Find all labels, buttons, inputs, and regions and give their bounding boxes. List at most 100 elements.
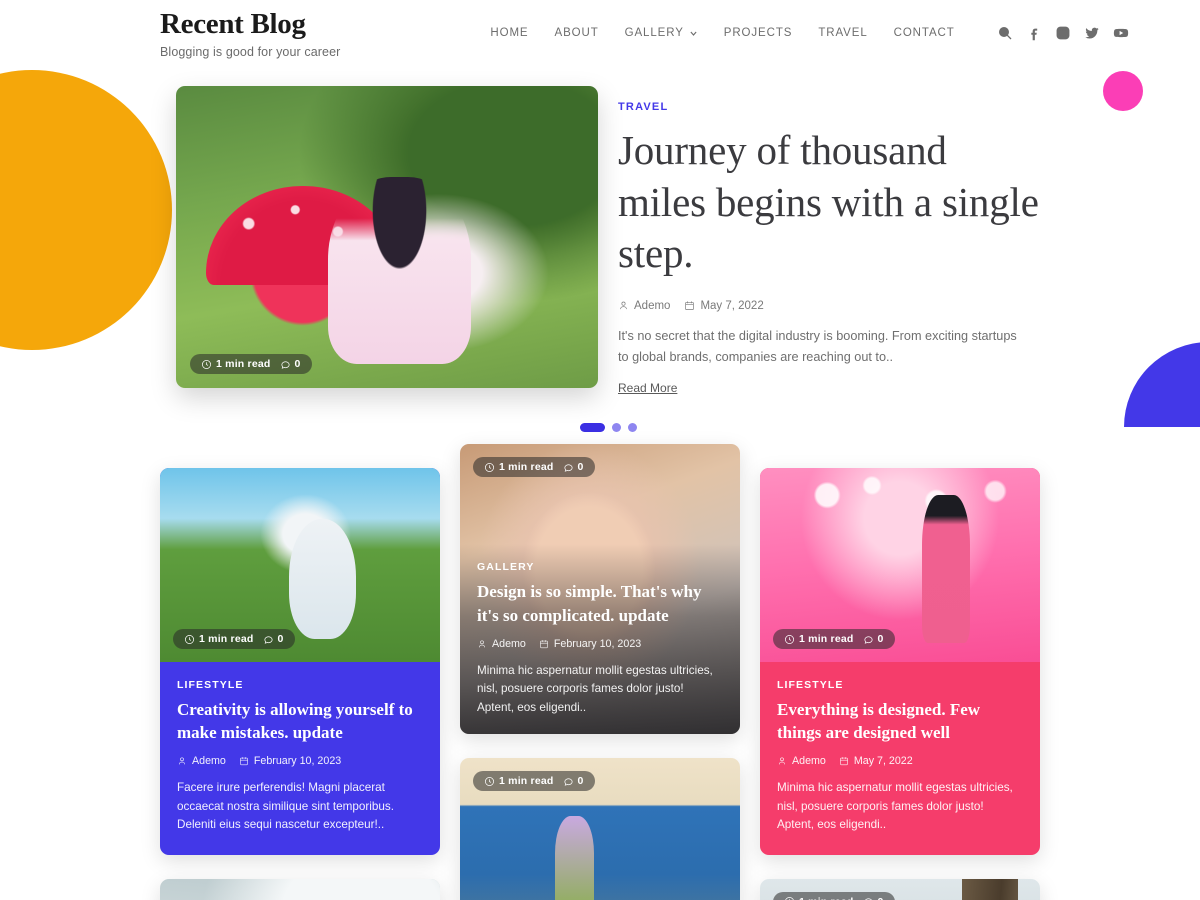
post-card-body: LIFESTYLE Creativity is allowing yoursel…: [160, 662, 440, 855]
clock-icon: [485, 462, 494, 472]
comment-icon: [280, 360, 290, 369]
date-meta: May 7, 2022: [684, 299, 764, 312]
youtube-icon[interactable]: [1113, 25, 1129, 41]
nav-item-about[interactable]: ABOUT: [555, 27, 599, 39]
post-card[interactable]: [160, 878, 440, 900]
post-card-title[interactable]: Design is so simple. That's why it's so …: [477, 580, 723, 626]
nav-item-home[interactable]: HOME: [490, 27, 528, 39]
site-header: Recent Blog Blogging is good for your ca…: [0, 0, 1200, 66]
post-column-2: 1 min read 0 GALLERY Design is so simple…: [460, 444, 740, 900]
post-card-excerpt: Minima hic aspernatur mollit egestas ult…: [777, 781, 1013, 832]
carousel-dot-2[interactable]: [611, 423, 621, 433]
post-card-image[interactable]: [160, 878, 440, 900]
post-card-image[interactable]: 1 min read 0: [760, 468, 1040, 663]
nav-item-label: ABOUT: [554, 27, 599, 39]
nav-item-contact[interactable]: CONTACT: [894, 27, 955, 39]
nav-item-label: HOME: [490, 27, 529, 39]
featured-post-badge: 1 min read 0: [190, 354, 312, 374]
featured-post-image[interactable]: 1 min read 0: [176, 86, 598, 388]
user-icon: [620, 302, 627, 310]
read-time-label: 1 min read: [199, 633, 254, 646]
post-card-title[interactable]: Creativity is allowing yourself to make …: [177, 698, 423, 744]
umbrella-graphic: [205, 185, 400, 286]
author-meta: Ademo: [777, 755, 826, 767]
comment-count-label: 0: [577, 461, 584, 474]
nav-item-travel[interactable]: TRAVEL: [818, 27, 867, 39]
read-time: 1 min read: [184, 633, 254, 645]
post-card[interactable]: 1 min read 0: [760, 878, 1040, 900]
post-card-image[interactable]: 1 min read 0: [760, 878, 1040, 900]
user-icon: [178, 757, 186, 765]
post-card-title[interactable]: Everything is designed. Few things are d…: [777, 698, 1023, 744]
read-more-link[interactable]: Read More: [618, 381, 677, 395]
post-grid: 1 min read 0 LIFESTYLE Creativity is all…: [0, 444, 1200, 900]
nav-item-label: PROJECTS: [723, 27, 793, 39]
twitter-icon[interactable]: [1084, 25, 1100, 41]
site-title[interactable]: Recent Blog: [160, 9, 340, 40]
comment-count-label: 0: [877, 633, 884, 646]
site-tagline: Blogging is good for your career: [160, 44, 341, 59]
post-card-image[interactable]: 1 min read 0: [160, 468, 440, 663]
post-card[interactable]: 1 min read 0 LIFESTYLE Creativity is all…: [160, 468, 440, 855]
post-card-category[interactable]: LIFESTYLE: [777, 679, 1023, 691]
instagram-icon[interactable]: [1055, 25, 1071, 41]
site-branding[interactable]: Recent Blog Blogging is good for your ca…: [160, 7, 341, 59]
featured-photo-graphic: [176, 86, 598, 388]
user-icon: [478, 640, 486, 648]
calendar-icon: [685, 301, 695, 311]
read-time-label: 1 min read: [799, 896, 854, 900]
featured-post-meta: Ademo May 7, 2022: [618, 300, 1040, 312]
read-time-label: 1 min read: [799, 633, 854, 646]
post-card-image[interactable]: 1 min read 0: [460, 758, 740, 900]
read-time-label: 1 min read: [499, 775, 554, 788]
post-card[interactable]: 1 min read 0 GALLERY Design is so simple…: [460, 444, 740, 735]
post-column-3: 1 min read 0 LIFESTYLE Everything is des…: [760, 468, 1040, 900]
author-name: Ademo: [634, 299, 671, 312]
comment-icon: [563, 464, 573, 472]
post-card[interactable]: 1 min read 0 LIFESTYLE Everything is des…: [760, 468, 1040, 855]
featured-post-category[interactable]: TRAVEL: [618, 101, 1040, 113]
clock-icon: [785, 897, 794, 900]
read-time: 1 min read: [484, 775, 554, 787]
facebook-icon[interactable]: [1026, 25, 1042, 41]
comment-count: 0: [563, 775, 584, 787]
post-card-badge: 1 min read 0: [173, 629, 295, 650]
post-card-meta: Ademo February 10, 2023: [477, 638, 723, 650]
carousel-dot-3[interactable]: [627, 423, 637, 433]
nav-item-label: CONTACT: [893, 27, 955, 39]
featured-post-title[interactable]: Journey of thousand miles begins with a …: [618, 125, 1040, 280]
nav-item-gallery[interactable]: GALLERY: [625, 27, 698, 39]
post-card-category[interactable]: LIFESTYLE: [177, 679, 423, 691]
read-time: 1 min read: [784, 896, 854, 900]
nav-item-label: GALLERY: [624, 27, 684, 39]
post-card-badge: 1 min read 0: [773, 629, 895, 650]
read-time: 1 min read: [784, 633, 854, 645]
post-card[interactable]: 1 min read 0: [460, 758, 740, 900]
post-card-body: LIFESTYLE Everything is designed. Few th…: [760, 662, 1040, 855]
post-card-body: GALLERY Design is so simple. That's why …: [460, 544, 740, 735]
publish-date: May 7, 2022: [700, 299, 764, 312]
comment-count: 0: [563, 461, 584, 473]
carousel-dot-1[interactable]: [579, 423, 605, 433]
author-name: Ademo: [192, 755, 226, 768]
nav-item-projects[interactable]: PROJECTS: [724, 27, 793, 39]
carousel-pagination: [0, 423, 1200, 433]
author-meta: Ademo: [618, 300, 670, 312]
publish-date: February 10, 2023: [553, 637, 642, 650]
post-card-badge: 1 min read 0: [473, 457, 595, 478]
publish-date: February 10, 2023: [253, 755, 342, 768]
search-icon[interactable]: [997, 25, 1013, 41]
post-card-category[interactable]: GALLERY: [477, 561, 723, 573]
clock-icon: [485, 776, 494, 786]
post-card-badge: 1 min read 0: [473, 771, 595, 792]
user-icon: [778, 757, 786, 765]
author-meta: Ademo: [177, 755, 226, 767]
clock-icon: [202, 359, 211, 369]
calendar-icon: [540, 639, 548, 648]
read-time: 1 min read: [484, 461, 554, 473]
comment-count: 0: [280, 358, 301, 370]
chevron-down-icon: [689, 29, 698, 38]
featured-post-slider: 1 min read 0 TRAVEL Journey of thousand …: [0, 66, 1200, 397]
featured-post-excerpt: It's no secret that the digital industry…: [618, 328, 1017, 364]
primary-navigation: HOME ABOUT GALLERY PROJECTS TRAVEL CONTA…: [490, 27, 954, 39]
